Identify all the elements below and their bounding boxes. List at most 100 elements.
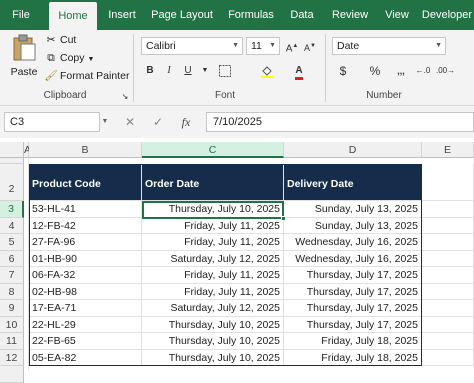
cell-delivery-date[interactable]: Sunday, July 13, 2025 [284,201,422,218]
row-header[interactable]: 11 [0,333,24,350]
row-header[interactable]: 3 [0,201,24,218]
cell-order-date[interactable]: Friday, July 11, 2025 [142,267,284,284]
column-header-d[interactable]: D [284,142,422,158]
chevron-down-icon[interactable]: ▼ [196,62,214,80]
tab-file[interactable]: File [6,0,36,30]
cell-empty[interactable] [422,284,474,300]
cell-order-date[interactable]: Saturday, July 12, 2025 [142,300,284,317]
format-painter-button[interactable]: 🖌 Format Painter [44,68,129,84]
row-header[interactable]: 7 [0,267,24,284]
font-name-select[interactable]: Calibri ▼ [141,37,243,55]
header-order-date[interactable]: Order Date [142,164,284,201]
cell-product-code[interactable]: 01-HB-90 [29,251,142,267]
cell-delivery-date[interactable]: Friday, July 18, 2025 [284,350,422,366]
increase-decimal-icon[interactable]: ←.0 [414,62,432,80]
number-format-select[interactable]: Date ▼ [332,37,446,55]
cut-button[interactable]: ✂ Cut [44,32,77,48]
cell-empty[interactable] [422,350,474,366]
row-header[interactable] [0,366,24,383]
cell-product-code[interactable]: 22-FB-65 [29,333,142,350]
decrease-decimal-icon[interactable]: .00→ [436,62,455,80]
row-header[interactable]: 4 [0,218,24,234]
font-color-icon[interactable]: A [290,62,308,80]
cell-order-date[interactable]: Thursday, July 10, 2025 [142,350,284,366]
tab-home[interactable]: Home [49,2,97,30]
cell-order-date[interactable]: Thursday, July 10, 2025 [142,201,284,218]
cell-product-code[interactable]: 12-FB-42 [29,218,142,234]
column-header-c[interactable]: C [142,142,284,158]
tab-developer[interactable]: Developer [420,0,474,30]
cell-product-code[interactable]: 05-EA-82 [29,350,142,366]
header-delivery-date[interactable]: Delivery Date [284,164,422,201]
cell-empty[interactable] [422,333,474,350]
select-all-corner[interactable] [0,142,24,158]
cell-product-code[interactable]: 06-FA-32 [29,267,142,284]
cell-order-date[interactable]: Friday, July 11, 2025 [142,218,284,234]
cell-product-code[interactable]: 27-FA-96 [29,234,142,251]
tab-page-layout[interactable]: Page Layout [146,0,218,30]
insert-function-icon[interactable]: fx [176,112,196,132]
cell-delivery-date[interactable]: Thursday, July 17, 2025 [284,300,422,317]
row-header[interactable]: 10 [0,317,24,333]
cell-order-date[interactable]: Thursday, July 10, 2025 [142,333,284,350]
formula-input[interactable]: 7/10/2025 [206,112,474,132]
row-header[interactable]: 5 [0,234,24,251]
row-header[interactable]: 2 [0,164,24,201]
name-box-dropdown[interactable]: ▼ [100,112,110,132]
cell-delivery-date[interactable]: Thursday, July 17, 2025 [284,317,422,333]
cell-order-date[interactable]: Thursday, July 10, 2025 [142,317,284,333]
cell-product-code[interactable]: 53-HL-41 [29,201,142,218]
row-header[interactable]: 8 [0,284,24,300]
copy-button[interactable]: ⧉ Copy ▼ [44,50,94,66]
comma-style-icon[interactable]: ,,, [392,62,410,80]
cell-empty[interactable] [422,317,474,333]
tab-view[interactable]: View [378,0,416,30]
cell-empty[interactable] [422,234,474,251]
cell-product-code[interactable]: 02-HB-98 [29,284,142,300]
decrease-font-icon[interactable]: A▼ [301,37,319,55]
tab-data[interactable]: Data [284,0,320,30]
cell-empty[interactable] [422,251,474,267]
cancel-icon[interactable]: ✕ [120,112,140,132]
name-box[interactable]: C3 [4,112,100,132]
cell-delivery-date[interactable]: Wednesday, July 16, 2025 [284,234,422,251]
borders-icon[interactable] [216,62,234,80]
confirm-icon[interactable]: ✓ [148,112,168,132]
cell-order-date[interactable]: Saturday, July 12, 2025 [142,251,284,267]
scissors-icon: ✂ [46,34,56,46]
font-size-select[interactable]: 11 ▼ [246,37,280,55]
increase-font-icon[interactable]: A▲ [283,37,301,55]
cell-product-code[interactable]: 22-HL-29 [29,317,142,333]
tab-review[interactable]: Review [326,0,374,30]
dialog-launcher-icon[interactable]: ↘ [120,88,130,106]
cell-empty[interactable] [422,201,474,218]
tab-insert[interactable]: Insert [101,0,143,30]
percent-button[interactable]: % [366,62,384,80]
cell-order-date[interactable]: Friday, July 11, 2025 [142,284,284,300]
row-header[interactable]: 6 [0,251,24,267]
cell-order-date[interactable]: Friday, July 11, 2025 [142,234,284,251]
italic-button[interactable]: I [160,62,178,80]
cell-delivery-date[interactable]: Thursday, July 17, 2025 [284,284,422,300]
cell-delivery-date[interactable]: Sunday, July 13, 2025 [284,218,422,234]
cell-empty[interactable] [422,267,474,284]
cell-product-code[interactable]: 17-EA-71 [29,300,142,317]
fill-color-icon[interactable] [258,62,276,80]
column-header-b[interactable]: B [29,142,142,158]
tab-formulas[interactable]: Formulas [222,0,280,30]
underline-button[interactable]: U [179,62,197,80]
row-header[interactable]: 9 [0,300,24,317]
fill-handle[interactable] [281,216,286,221]
cell-empty[interactable] [422,164,474,201]
cell-delivery-date[interactable]: Thursday, July 17, 2025 [284,267,422,284]
header-product-code[interactable]: Product Code [29,164,142,201]
paste-button[interactable]: Paste [8,34,40,84]
cell-empty[interactable] [422,300,474,317]
cell-delivery-date[interactable]: Friday, July 18, 2025 [284,333,422,350]
column-header-e[interactable]: E [422,142,474,158]
bold-button[interactable]: B [141,62,159,80]
cell-delivery-date[interactable]: Wednesday, July 16, 2025 [284,251,422,267]
cell-empty[interactable] [422,218,474,234]
row-header[interactable]: 12 [0,350,24,366]
currency-button[interactable]: $ [334,62,352,80]
